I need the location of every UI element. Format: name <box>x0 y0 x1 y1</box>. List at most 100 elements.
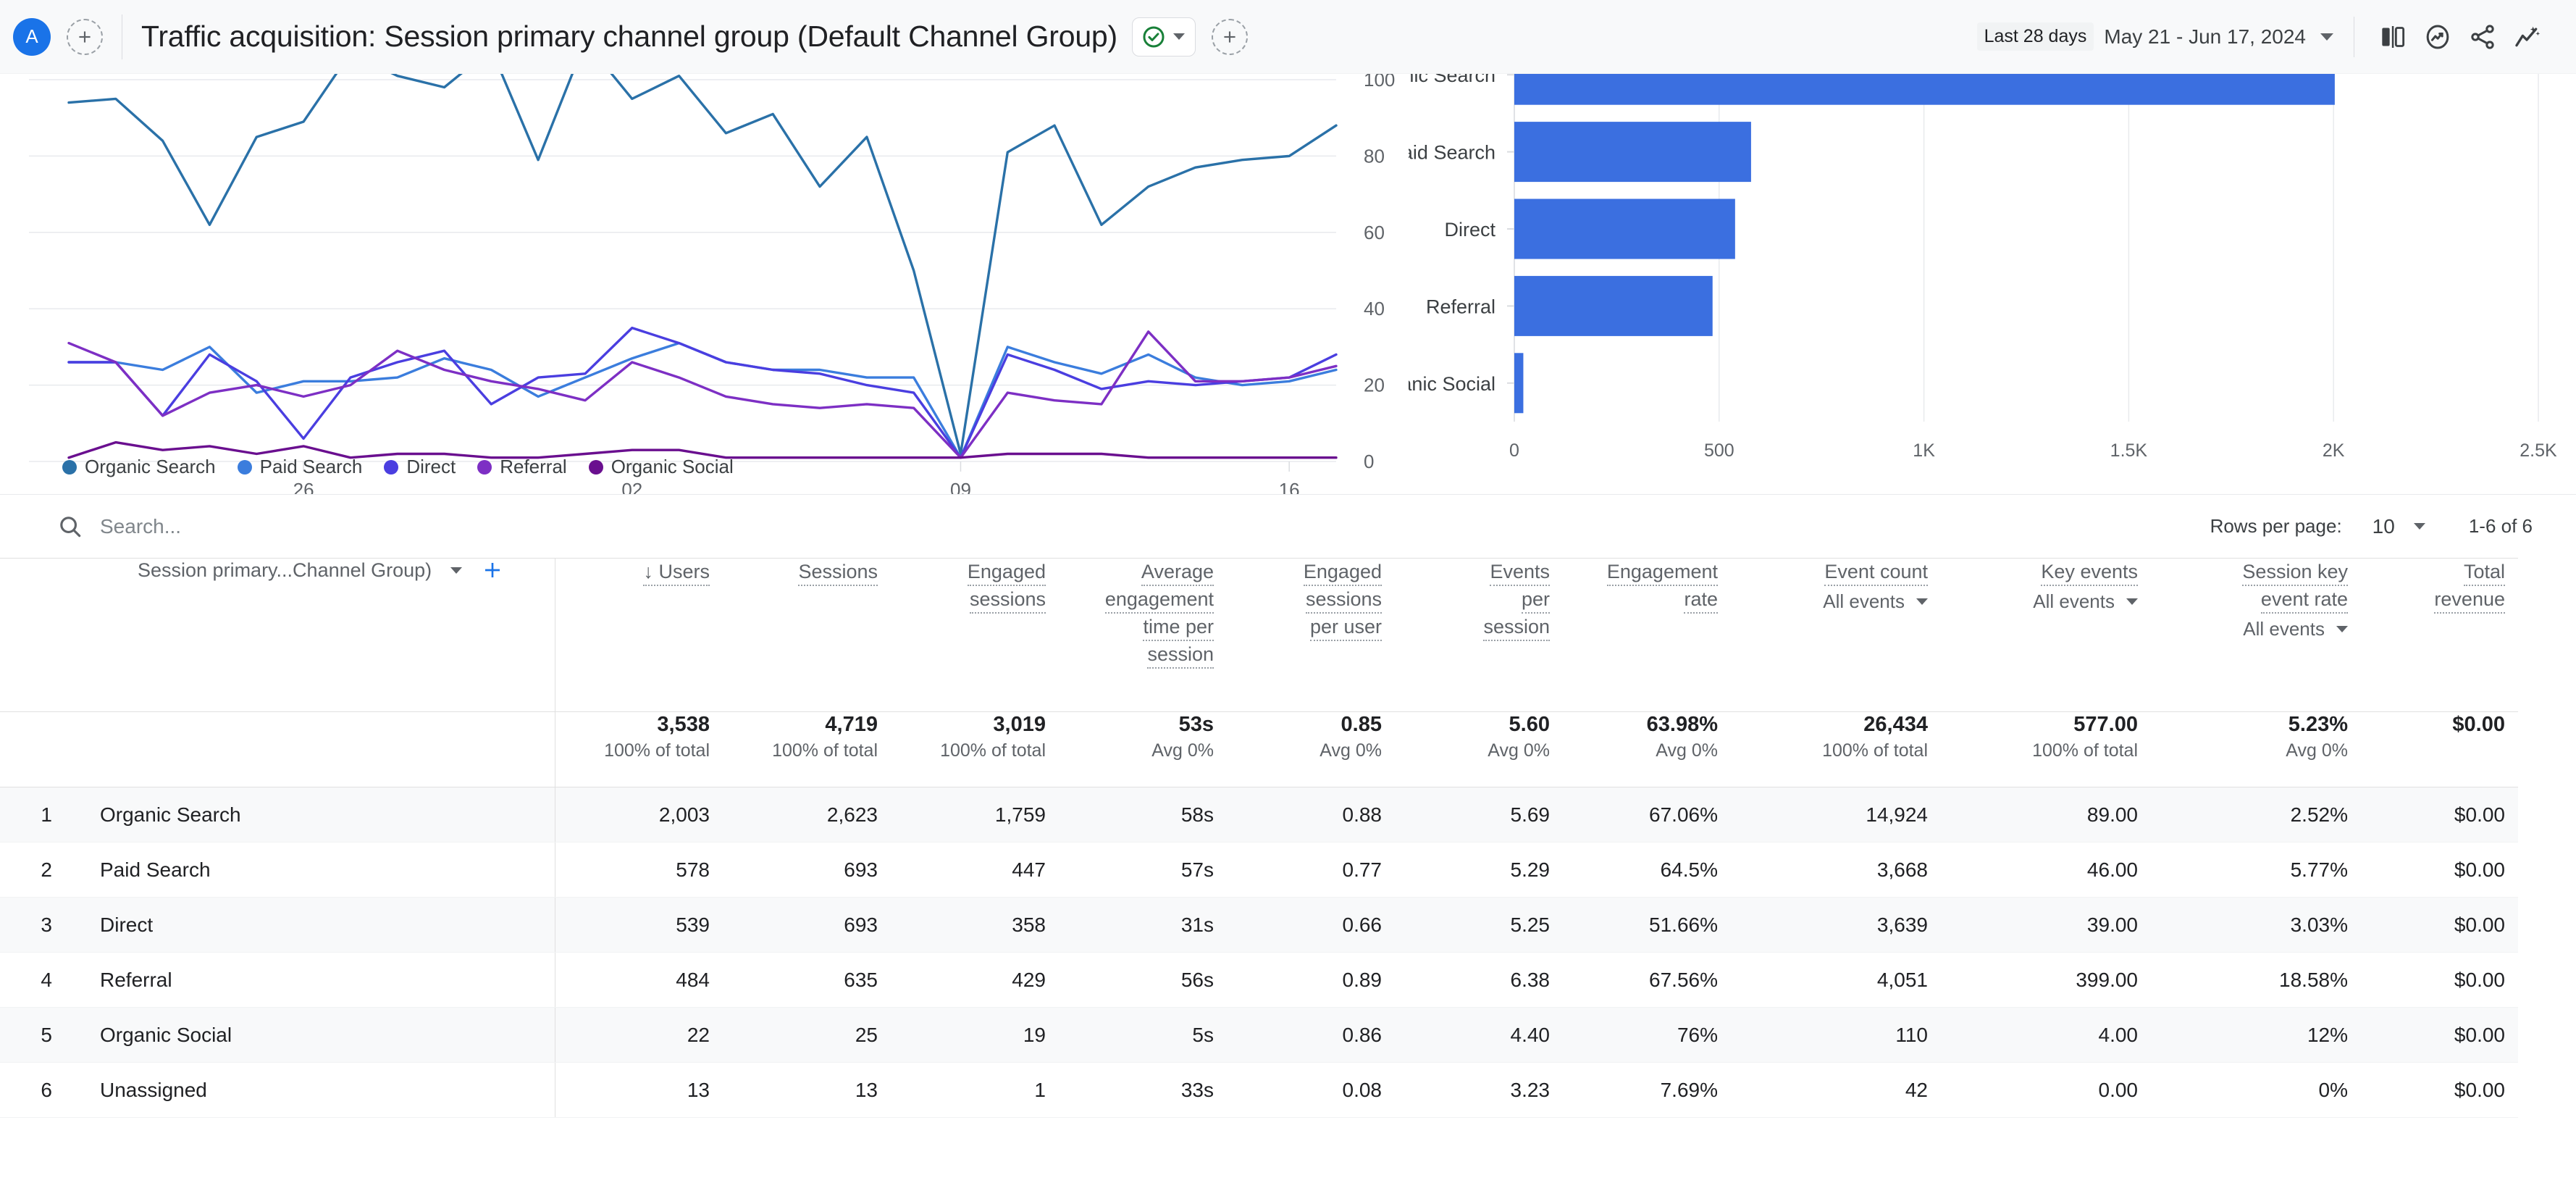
table-cell: $0.00 <box>2361 897 2518 953</box>
column-header[interactable]: Engaged sessions per user <box>1227 558 1395 712</box>
column-header-word: ↓ Users <box>643 559 710 586</box>
bar[interactable] <box>1514 74 2335 105</box>
rows-per-page-value[interactable]: 10 <box>2372 515 2395 538</box>
dimension-header[interactable]: Session primary...Channel Group) <box>0 558 555 712</box>
legend-item[interactable]: Organic Social <box>588 456 734 478</box>
totals-value: 577.00 <box>2073 713 2138 736</box>
bar-chart[interactable]: Organic Search Paid Search Direct Referral O… <box>1409 74 2576 494</box>
column-header-word: per user <box>1309 614 1382 641</box>
add-comparison-button[interactable] <box>67 18 103 55</box>
row-dimension-cell[interactable]: 4 Referral <box>0 952 555 1008</box>
column-header-word: Session key <box>2242 559 2348 586</box>
share-button[interactable] <box>2460 14 2505 59</box>
row-label[interactable]: Referral <box>100 969 172 992</box>
column-header-content: Total revenue <box>2361 559 2518 614</box>
table-row[interactable]: 6 Unassigned 13 13 1 33s 0.08 3.23 7.69% 42 0.00 0%… <box>0 1062 2518 1118</box>
column-header-filter[interactable]: All events <box>1823 590 1928 613</box>
legend-color-dot <box>237 459 252 475</box>
column-header-filter[interactable]: All events <box>2033 590 2138 613</box>
date-preset-chip[interactable]: Last 28 days <box>1976 22 2094 51</box>
column-header-word: Engaged <box>967 559 1046 586</box>
row-index: 4 <box>41 968 52 991</box>
row-index: 3 <box>41 913 52 936</box>
bar[interactable] <box>1514 353 1524 414</box>
row-label[interactable]: Unassigned <box>100 1079 207 1102</box>
table-cell: 1 <box>891 1062 1059 1118</box>
line-chart[interactable]: 02040608010026May02Jun0916 <box>0 74 1409 494</box>
table-cell: 89.00 <box>1941 787 2151 843</box>
row-label[interactable]: Direct <box>100 914 153 937</box>
totals-cell: 5.23% Avg 0% <box>2151 711 2361 787</box>
totals-value: $0.00 <box>2452 713 2505 736</box>
legend-item[interactable]: Paid Search <box>237 456 362 478</box>
table-row[interactable]: 2 Paid Search 578 693 447 57s 0.77 5.29 64.5% 3,6… <box>0 842 2518 898</box>
table-cell: 6.38 <box>1395 952 1563 1008</box>
table-header-row: Session primary...Channel Group) ↓ Users… <box>0 558 2518 712</box>
chevron-down-icon[interactable] <box>2413 523 2425 530</box>
column-header[interactable]: Sessions <box>723 558 891 712</box>
add-card-button[interactable] <box>1212 18 1248 55</box>
column-header[interactable]: Key events All events <box>1941 558 2151 712</box>
column-header[interactable]: Event count All events <box>1731 558 1941 712</box>
column-header[interactable]: Engaged sessions <box>891 558 1059 712</box>
column-header-word: Average <box>1141 559 1214 586</box>
table-cell: $0.00 <box>2361 1007 2518 1063</box>
column-header-content: Session key event rate All events <box>2151 559 2361 640</box>
chevron-down-icon[interactable] <box>2320 33 2333 41</box>
table-cell: 693 <box>723 897 891 953</box>
table-cell: 4.40 <box>1395 1007 1563 1063</box>
search-input[interactable] <box>100 514 534 538</box>
column-header-filter[interactable]: All events <box>2243 618 2348 640</box>
row-dimension-cell[interactable]: 3 Direct <box>0 897 555 953</box>
share-icon <box>2471 24 2494 49</box>
column-header[interactable]: Total revenue <box>2361 558 2518 712</box>
add-dimension-button[interactable] <box>481 559 504 582</box>
totals-value: 5.23% <box>2288 713 2348 736</box>
table-cell: 0.86 <box>1227 1007 1395 1063</box>
totals-subtext: 100% of total <box>2032 740 2138 761</box>
row-dimension-cell[interactable]: 5 Organic Social <box>0 1007 555 1063</box>
status-badge[interactable] <box>1132 17 1196 57</box>
insights-button[interactable] <box>2415 14 2460 59</box>
table-row[interactable]: 5 Organic Social 22 25 19 5s 0.86 4.40 76% 110 4.0… <box>0 1007 2518 1063</box>
row-dimension-cell[interactable]: 2 Paid Search <box>0 842 555 898</box>
trend-button[interactable] <box>2505 14 2550 59</box>
bar-category-label: Paid Search <box>1409 142 1495 164</box>
row-label[interactable]: Organic Search <box>100 803 241 827</box>
table-row[interactable]: 4 Referral 484 635 429 56s 0.89 6.38 67.56% 4,051… <box>0 952 2518 1008</box>
table-row[interactable]: 3 Direct 539 693 358 31s 0.66 5.25 51.66% 3,639 39… <box>0 897 2518 953</box>
row-label[interactable]: Paid Search <box>100 858 211 882</box>
avatar[interactable]: A <box>13 17 51 56</box>
plus-icon <box>79 30 91 43</box>
column-header[interactable]: Events per session <box>1395 558 1563 712</box>
compare-button[interactable] <box>2370 14 2415 59</box>
row-dimension-cell[interactable]: 6 Unassigned <box>0 1062 555 1118</box>
legend-item[interactable]: Referral <box>477 456 567 478</box>
column-header-content: ↓ Users <box>555 559 723 586</box>
row-label[interactable]: Organic Social <box>100 1024 232 1047</box>
bar[interactable] <box>1514 198 1735 259</box>
column-header[interactable]: Engagement rate <box>1563 558 1731 712</box>
totals-dimension-cell <box>0 711 555 787</box>
table-cell: 539 <box>555 897 723 953</box>
date-range-label[interactable]: May 21 - Jun 17, 2024 <box>2104 25 2306 49</box>
table-cell: 64.5% <box>1563 842 1731 898</box>
legend-item[interactable]: Organic Search <box>62 456 216 478</box>
row-dimension-cell[interactable]: 1 Organic Search <box>0 787 555 843</box>
bar[interactable] <box>1514 275 1713 336</box>
table-cell: 22 <box>555 1007 723 1063</box>
table-cell: 25 <box>723 1007 891 1063</box>
table-row[interactable]: 1 Organic Search 2,003 2,623 1,759 58s 0.88 5.6… <box>0 787 2518 843</box>
bar[interactable] <box>1514 122 1751 183</box>
totals-cell: 5.60 Avg 0% <box>1395 711 1563 787</box>
chevron-down-icon[interactable] <box>450 567 463 574</box>
column-header[interactable]: ↓ Users <box>555 558 723 712</box>
table-cell: 76% <box>1563 1007 1731 1063</box>
table-cell: 39.00 <box>1941 897 2151 953</box>
table-cell: 4.00 <box>1941 1007 2151 1063</box>
column-header[interactable]: Session key event rate All events <box>2151 558 2361 712</box>
table-cell: 3.03% <box>2151 897 2361 953</box>
column-header[interactable]: Average engagement time per session <box>1059 558 1227 712</box>
legend-item[interactable]: Direct <box>384 456 456 478</box>
table-cell: 635 <box>723 952 891 1008</box>
